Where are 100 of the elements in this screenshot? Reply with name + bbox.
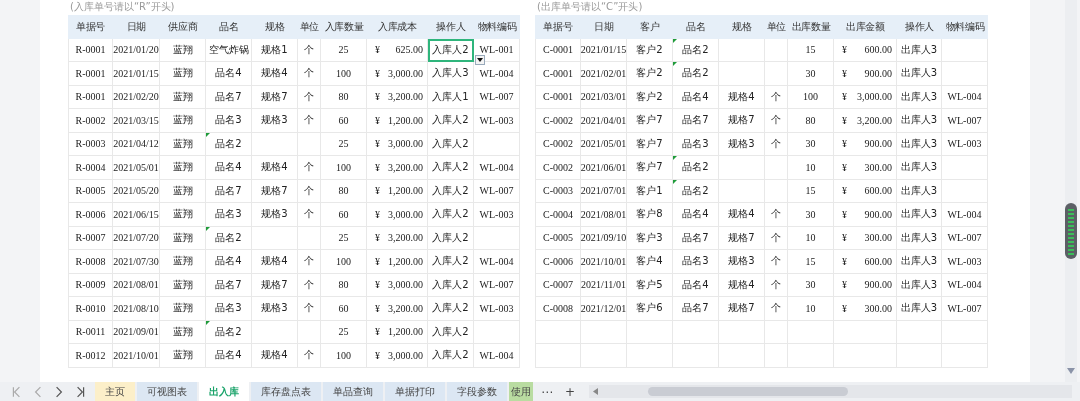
table-cell: 15 (788, 38, 834, 62)
column-header: 物料编码 (942, 15, 988, 39)
column-header: 出库数量 (788, 15, 834, 39)
sheet-tab[interactable]: 库存盘点表 (251, 382, 321, 401)
currency-symbol: ¥ (842, 232, 847, 244)
table-cell: 2021/01/15 (581, 38, 627, 62)
table-cell: 100 (321, 62, 367, 86)
currency-symbol: ¥ (375, 349, 380, 361)
scrollbar-thumb[interactable] (1065, 203, 1077, 259)
table-cell: C-0005 (535, 226, 581, 250)
table-cell: 蓝翔 (160, 320, 206, 344)
table-cell: 出库人3 (897, 297, 942, 321)
table-cell: WL-004 (474, 344, 520, 368)
table-cell: 100 (321, 250, 367, 274)
column-header: 客户 (627, 15, 673, 39)
currency-symbol: ¥ (375, 208, 380, 220)
amount-text: 900.00 (864, 67, 892, 79)
table-cell: 入库人2 (428, 320, 474, 344)
table-cell: 客户8 (627, 203, 673, 227)
scroll-left-icon[interactable] (593, 388, 599, 395)
table-cell: 入库人1 (428, 85, 474, 109)
table-cell: R-0001 (68, 62, 113, 86)
sheet-tab[interactable]: 可视图表 (137, 382, 197, 401)
amount-text: 300.00 (864, 161, 892, 173)
add-sheet-button[interactable]: + (559, 382, 582, 401)
table-cell: 2021/06/01 (581, 156, 627, 180)
table-cell: 客户2 (627, 38, 673, 62)
column-header: 日期 (113, 15, 160, 39)
table-cell: 客户3 (627, 226, 673, 250)
amount-text: 1,200.00 (388, 185, 423, 197)
table-cell: 2021/07/01 (581, 179, 627, 203)
table-cell: 入库人2 (428, 344, 474, 368)
table-cell: 蓝翔 (160, 132, 206, 156)
currency-symbol: ¥ (375, 232, 380, 244)
table-cell: 入库人2 (428, 273, 474, 297)
table-cell: 2021/08/01 (113, 273, 160, 297)
column-header: 品名 (206, 15, 252, 39)
table-cell: WL-003 (942, 250, 988, 274)
table-cell: 2021/09/01 (113, 320, 160, 344)
amount-text: 900.00 (864, 208, 892, 220)
amount-text: 900.00 (864, 138, 892, 150)
currency-symbol: ¥ (375, 326, 380, 338)
table-cell: 80 (788, 109, 834, 133)
table-cell: 规格7 (719, 109, 765, 133)
table-cell: 个 (298, 38, 321, 62)
table-cell: 规格4 (719, 203, 765, 227)
table-cell: 规格7 (252, 179, 298, 203)
table-cell: 蓝翔 (160, 85, 206, 109)
table-cell: 30 (788, 203, 834, 227)
table-cell: 个 (298, 156, 321, 180)
table-cell: WL-007 (474, 179, 520, 203)
table-cell: 客户7 (627, 132, 673, 156)
scroll-down-icon[interactable] (1067, 368, 1075, 374)
table-cell: 品名4 (206, 156, 252, 180)
table-cell: WL-003 (474, 203, 520, 227)
amount-text: 600.00 (864, 44, 892, 56)
table-cell: 入库人2 (428, 203, 474, 227)
table-cell: C-0002 (535, 132, 581, 156)
currency-symbol: ¥ (842, 138, 847, 150)
table-cell: 规格4 (252, 156, 298, 180)
sheet-tab[interactable]: 字段参数 (447, 382, 507, 401)
sheet-tab[interactable]: 单据打印 (385, 382, 445, 401)
column-header: 日期 (581, 15, 627, 39)
table-cell: 蓝翔 (160, 203, 206, 227)
table-cell: 2021/07/30 (113, 250, 160, 274)
table-cell: 蓝翔 (160, 38, 206, 62)
table-cell: 个 (298, 179, 321, 203)
more-tabs-button[interactable]: ⋯ (535, 382, 559, 401)
currency-symbol: ¥ (842, 91, 847, 103)
table-cell: 规格3 (252, 297, 298, 321)
table-cell: C-0001 (535, 62, 581, 86)
table-cell: 100 (321, 156, 367, 180)
sheet-tab[interactable]: 使用 (509, 382, 533, 401)
amount-text: 3,000.00 (857, 91, 892, 103)
selected-cell[interactable]: 入库人2 (428, 38, 474, 62)
table-cell: 60 (321, 109, 367, 133)
horizontal-scrollbar[interactable] (589, 385, 1072, 398)
table-cell: 品名7 (673, 109, 719, 133)
table-cell: 10 (788, 297, 834, 321)
amount-text: 3,200.00 (388, 161, 423, 173)
column-header: 物料编码 (474, 15, 520, 39)
sheet-tab[interactable]: 单品查询 (323, 382, 383, 401)
table-cell: 入库人2 (428, 250, 474, 274)
table-cell: R-0001 (68, 85, 113, 109)
table-cell: 2021/05/01 (581, 132, 627, 156)
table-cell: 入库人2 (428, 109, 474, 133)
currency-symbol: ¥ (375, 114, 380, 126)
currency-symbol: ¥ (842, 44, 847, 56)
currency-symbol: ¥ (842, 67, 847, 79)
currency-symbol: ¥ (375, 44, 380, 56)
table-cell: 个 (765, 132, 788, 156)
sheet-tab[interactable]: 主页 (95, 382, 135, 401)
table-cell: WL-007 (942, 297, 988, 321)
hint-text: (出库单号请以“C”开头) (536, 0, 644, 14)
table-cell: 个 (298, 273, 321, 297)
table-cell: 15 (788, 179, 834, 203)
table-cell: 2021/05/01 (113, 156, 160, 180)
currency-symbol: ¥ (842, 208, 847, 220)
table-cell: 个 (298, 250, 321, 274)
table-cell: 蓝翔 (160, 344, 206, 368)
